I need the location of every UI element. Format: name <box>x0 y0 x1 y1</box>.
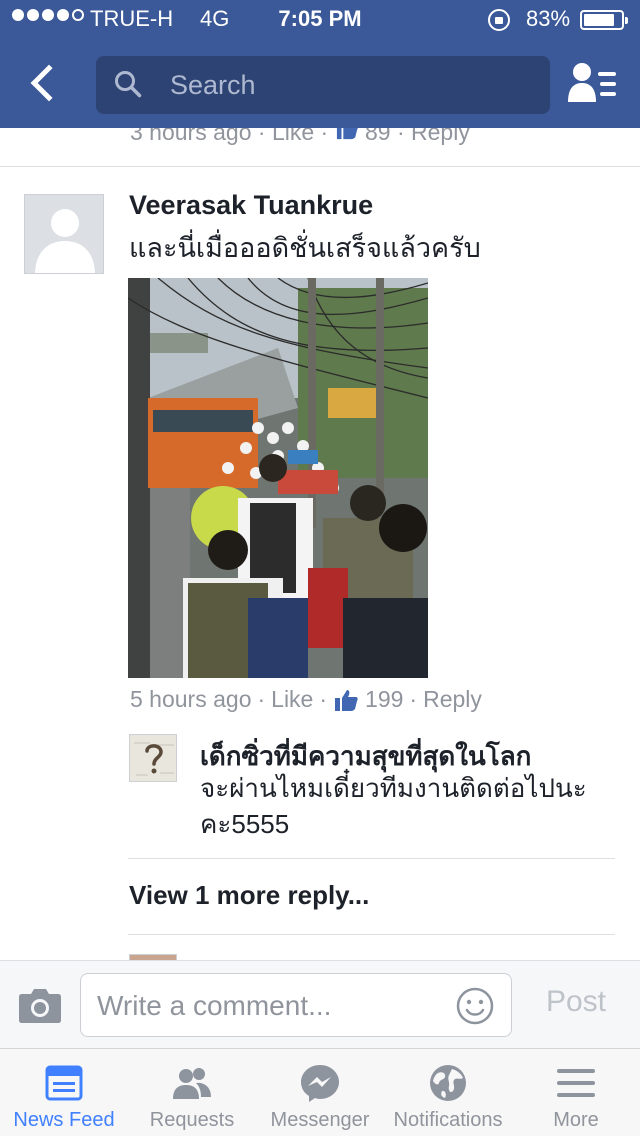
comment-input[interactable] <box>97 984 447 1028</box>
default-profile-icon <box>25 195 103 273</box>
comment-composer: Post <box>0 960 640 1048</box>
chevron-left-icon <box>30 64 68 102</box>
search-input[interactable] <box>170 64 530 106</box>
tab-more[interactable]: More <box>512 1049 640 1136</box>
battery-icon <box>580 10 628 30</box>
reply-link[interactable]: Reply <box>411 128 470 145</box>
battery-fill <box>584 14 614 26</box>
battery-percent: 83% <box>526 6 571 31</box>
reply-link[interactable]: Reply <box>423 686 482 713</box>
like-count: 89 <box>364 128 391 145</box>
back-button[interactable] <box>22 58 68 110</box>
sticker-button[interactable] <box>455 986 495 1026</box>
search-bar[interactable] <box>96 56 550 114</box>
friend-list-button[interactable] <box>566 60 620 108</box>
like-link[interactable]: Like <box>272 128 314 145</box>
comment-photo[interactable] <box>128 278 428 678</box>
tab-bar: News Feed Requests Messenger Notificatio… <box>0 1048 640 1136</box>
like-link[interactable]: Like <box>271 686 313 713</box>
friend-list-icon <box>568 63 616 102</box>
comment-text: และนี่เมื่อออดิชั่นเสร็จแล้วครับ <box>129 233 481 263</box>
tab-news-feed[interactable]: News Feed <box>0 1049 128 1136</box>
tab-notifications[interactable]: Notifications <box>384 1049 512 1136</box>
post-button[interactable]: Post <box>530 985 622 1019</box>
menu-icon <box>557 1069 595 1097</box>
question-mark-avatar-icon <box>130 735 176 781</box>
globe-icon <box>430 1065 466 1101</box>
avatar[interactable] <box>24 194 104 274</box>
divider <box>128 858 615 859</box>
tab-label: Requests <box>149 1109 235 1131</box>
status-bar: TRUE-H 4G 7:05 PM 83% <box>0 0 640 40</box>
comment-time: 5 hours ago <box>130 686 252 712</box>
comments-thread: 3 hours ago · Like · 89 · Reply Veerasak… <box>0 128 640 960</box>
comment-author[interactable]: Veerasak Tuankrue <box>129 190 373 221</box>
search-icon <box>115 71 142 98</box>
photo-image <box>128 278 428 678</box>
comment-time: 3 hours ago <box>130 128 252 145</box>
friend-requests-icon <box>173 1068 211 1099</box>
tab-requests[interactable]: Requests <box>128 1049 256 1136</box>
divider <box>128 934 615 935</box>
like-thumb-icon <box>336 128 358 140</box>
camera-icon <box>19 989 61 1023</box>
rotation-lock-icon <box>488 9 510 31</box>
tab-label: More <box>553 1109 599 1131</box>
tab-messenger[interactable]: Messenger <box>256 1049 384 1136</box>
navigation-bar: TRUE-H 4G 7:05 PM 83% <box>0 0 640 128</box>
divider <box>0 166 640 167</box>
previous-comment-meta: 3 hours ago · Like · 89 · Reply <box>130 128 470 146</box>
tab-label: News Feed <box>13 1109 115 1131</box>
camera-button[interactable] <box>18 985 62 1025</box>
smiley-icon <box>456 987 494 1025</box>
tab-label: Notifications <box>393 1109 503 1131</box>
comment-meta: 5 hours ago · Like · 199 · Reply <box>130 686 482 713</box>
like-count: 199 <box>365 686 404 712</box>
tab-label: Messenger <box>270 1109 370 1131</box>
like-thumb-icon <box>335 689 358 711</box>
comment-input-box[interactable] <box>80 973 512 1037</box>
reply-avatar[interactable] <box>129 734 177 782</box>
reply-text: จะผ่านไหมเดี๋ยวทีมงานติดต่อไปนะคะ5555 <box>200 773 587 839</box>
news-feed-icon <box>45 1065 83 1101</box>
messenger-icon <box>301 1065 339 1102</box>
view-more-replies-link[interactable]: View 1 more reply... <box>129 880 369 911</box>
